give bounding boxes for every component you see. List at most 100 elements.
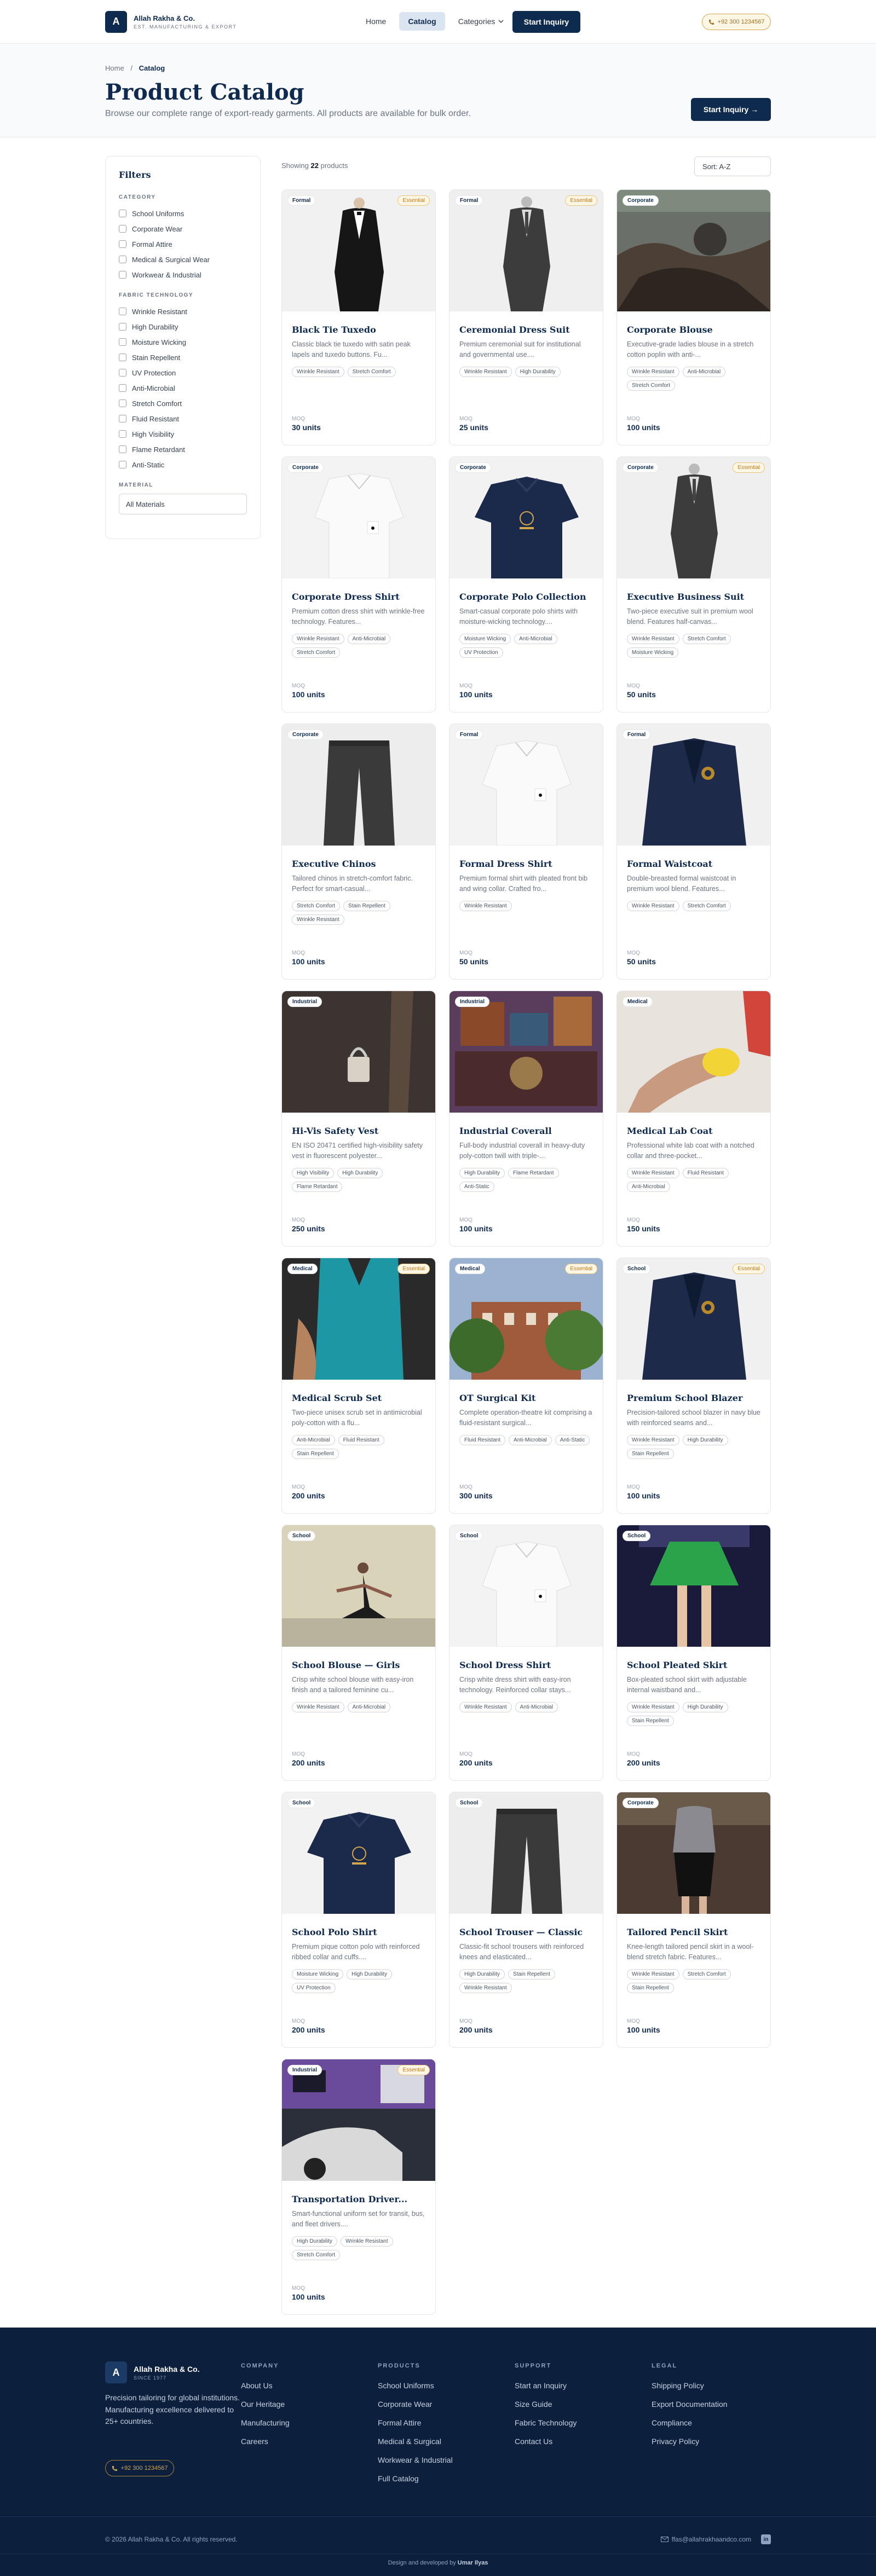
product-title[interactable]: School Dress Shirt bbox=[459, 1660, 593, 1670]
category-option[interactable]: Workwear & Industrial bbox=[119, 267, 247, 282]
fabric-option[interactable]: High Durability bbox=[119, 319, 247, 334]
fabric-option[interactable]: UV Protection bbox=[119, 365, 247, 380]
footer-link[interactable]: Privacy Policy bbox=[652, 2437, 728, 2456]
product-title[interactable]: Corporate Dress Shirt bbox=[292, 592, 425, 602]
checkbox[interactable] bbox=[119, 384, 126, 392]
product-card[interactable]: Corporate Corporate Dress Shirt Premium co… bbox=[281, 456, 436, 713]
product-card[interactable]: Industrial Essential Transportation Driver… bbox=[281, 2059, 436, 2315]
linkedin-icon[interactable]: in bbox=[761, 2534, 771, 2544]
product-card[interactable]: Corporate Tailored Pencil Skirt Knee-lengt… bbox=[616, 1792, 771, 2048]
product-card[interactable]: Corporate Essential Executive Business Sui… bbox=[616, 456, 771, 713]
footer-link[interactable]: Shipping Policy bbox=[652, 2381, 728, 2400]
footer-brand[interactable]: A Allah Rakha & Co. SINCE 1977 bbox=[105, 2361, 200, 2383]
footer-link[interactable]: Fabric Technology bbox=[515, 2418, 577, 2437]
product-image[interactable]: School Essential bbox=[617, 1258, 770, 1380]
category-option[interactable]: Corporate Wear bbox=[119, 221, 247, 236]
product-card[interactable]: Medical Essential OT Surgical Kit Complete … bbox=[449, 1258, 603, 1514]
category-option[interactable]: School Uniforms bbox=[119, 206, 247, 221]
product-card[interactable]: Corporate Corporate Blouse Executive-grade… bbox=[616, 189, 771, 445]
checkbox[interactable] bbox=[119, 308, 126, 315]
checkbox[interactable] bbox=[119, 271, 126, 279]
product-image[interactable]: Formal bbox=[449, 724, 603, 846]
fabric-option[interactable]: Stretch Comfort bbox=[119, 396, 247, 411]
nav-catalog[interactable]: Catalog bbox=[399, 12, 445, 31]
product-card[interactable]: Industrial Industrial Coverall Full-body i… bbox=[449, 991, 603, 1247]
hero-start-inquiry-button[interactable]: Start Inquiry → bbox=[691, 98, 771, 121]
product-image[interactable]: Corporate bbox=[282, 724, 435, 846]
footer-link[interactable]: About Us bbox=[241, 2381, 290, 2400]
footer-link[interactable]: Corporate Wear bbox=[378, 2400, 453, 2418]
checkbox[interactable] bbox=[119, 354, 126, 361]
footer-email[interactable]: ffas@allahrakhaandco.com bbox=[672, 2536, 751, 2543]
footer-link[interactable]: Medical & Surgical bbox=[378, 2437, 453, 2456]
product-card[interactable]: Corporate Corporate Polo Collection Smart-… bbox=[449, 456, 603, 713]
product-card[interactable]: School School Blouse — Girls Crisp white s… bbox=[281, 1525, 436, 1781]
product-image[interactable]: School bbox=[282, 1792, 435, 1914]
footer-link[interactable]: Workwear & Industrial bbox=[378, 2456, 453, 2474]
product-image[interactable]: Medical Essential bbox=[449, 1258, 603, 1380]
footer-link[interactable]: Contact Us bbox=[515, 2437, 577, 2456]
start-inquiry-button[interactable]: Start Inquiry bbox=[512, 11, 580, 33]
product-title[interactable]: OT Surgical Kit bbox=[459, 1393, 593, 1403]
fabric-option[interactable]: Anti-Static bbox=[119, 457, 247, 472]
product-title[interactable]: Executive Chinos bbox=[292, 859, 425, 869]
product-title[interactable]: School Polo Shirt bbox=[292, 1927, 425, 1937]
product-image[interactable]: Industrial bbox=[282, 991, 435, 1113]
product-image[interactable]: Industrial Essential bbox=[282, 2059, 435, 2181]
product-card[interactable]: Formal Essential Black Tie Tuxedo Classic b… bbox=[281, 189, 436, 445]
fabric-option[interactable]: Flame Retardant bbox=[119, 442, 247, 457]
footer-link[interactable]: Start an Inquiry bbox=[515, 2381, 577, 2400]
checkbox[interactable] bbox=[119, 225, 126, 233]
checkbox[interactable] bbox=[119, 400, 126, 407]
checkbox[interactable] bbox=[119, 323, 126, 331]
product-card[interactable]: School School Trouser — Classic Classic-fi… bbox=[449, 1792, 603, 2048]
fabric-option[interactable]: High Visibility bbox=[119, 426, 247, 442]
breadcrumb-home[interactable]: Home bbox=[105, 64, 124, 72]
product-title[interactable]: School Pleated Skirt bbox=[627, 1660, 760, 1670]
footer-link[interactable]: Size Guide bbox=[515, 2400, 577, 2418]
product-title[interactable]: Hi-Vis Safety Vest bbox=[292, 1126, 425, 1136]
product-image[interactable]: Medical Essential bbox=[282, 1258, 435, 1380]
product-title[interactable]: Ceremonial Dress Suit bbox=[459, 325, 593, 335]
product-title[interactable]: Medical Lab Coat bbox=[627, 1126, 760, 1136]
product-title[interactable]: School Trouser — Classic bbox=[459, 1927, 593, 1937]
product-title[interactable]: School Blouse — Girls bbox=[292, 1660, 425, 1670]
product-card[interactable]: Formal Formal Waistcoat Double-breasted fo… bbox=[616, 723, 771, 980]
product-title[interactable]: Industrial Coverall bbox=[459, 1126, 593, 1136]
product-card[interactable]: School Essential Premium School Blazer Prec… bbox=[616, 1258, 771, 1514]
product-title[interactable]: Formal Dress Shirt bbox=[459, 859, 593, 869]
nav-categories[interactable]: Categories bbox=[449, 12, 513, 31]
footer-link[interactable]: Full Catalog bbox=[378, 2474, 453, 2493]
category-option[interactable]: Formal Attire bbox=[119, 236, 247, 252]
nav-home[interactable]: Home bbox=[357, 12, 395, 31]
fabric-option[interactable]: Fluid Resistant bbox=[119, 411, 247, 426]
material-select[interactable]: All Materials bbox=[119, 494, 247, 514]
product-title[interactable]: Black Tie Tuxedo bbox=[292, 325, 425, 335]
product-card[interactable]: School School Pleated Skirt Box-pleated sc… bbox=[616, 1525, 771, 1781]
checkbox[interactable] bbox=[119, 240, 126, 248]
checkbox[interactable] bbox=[119, 256, 126, 263]
product-card[interactable]: Formal Essential Ceremonial Dress Suit Prem… bbox=[449, 189, 603, 445]
product-title[interactable]: Tailored Pencil Skirt bbox=[627, 1927, 760, 1937]
checkbox[interactable] bbox=[119, 210, 126, 217]
product-image[interactable]: Formal Essential bbox=[282, 190, 435, 311]
footer-link[interactable]: Careers bbox=[241, 2437, 290, 2456]
product-image[interactable]: School bbox=[449, 1792, 603, 1914]
phone-pill[interactable]: +92 300 1234567 bbox=[702, 14, 771, 30]
footer-link[interactable]: School Uniforms bbox=[378, 2381, 453, 2400]
footer-link[interactable]: Compliance bbox=[652, 2418, 728, 2437]
product-image[interactable]: School bbox=[617, 1525, 770, 1647]
product-image[interactable]: Corporate bbox=[449, 457, 603, 578]
product-card[interactable]: Industrial Hi-Vis Safety Vest EN ISO 20471… bbox=[281, 991, 436, 1247]
product-image[interactable]: Industrial bbox=[449, 991, 603, 1113]
product-image[interactable]: School bbox=[282, 1525, 435, 1647]
checkbox[interactable] bbox=[119, 461, 126, 468]
product-image[interactable]: Corporate bbox=[617, 190, 770, 311]
credit-name[interactable]: Umar Ilyas bbox=[458, 2560, 488, 2566]
footer-link[interactable]: Export Documentation bbox=[652, 2400, 728, 2418]
footer-phone-pill[interactable]: +92 300 1234567 bbox=[105, 2460, 174, 2476]
checkbox[interactable] bbox=[119, 445, 126, 453]
product-card[interactable]: Medical Medical Lab Coat Professional whit… bbox=[616, 991, 771, 1247]
product-title[interactable]: Corporate Blouse bbox=[627, 325, 760, 335]
product-card[interactable]: Corporate Executive Chinos Tailored chinos… bbox=[281, 723, 436, 980]
